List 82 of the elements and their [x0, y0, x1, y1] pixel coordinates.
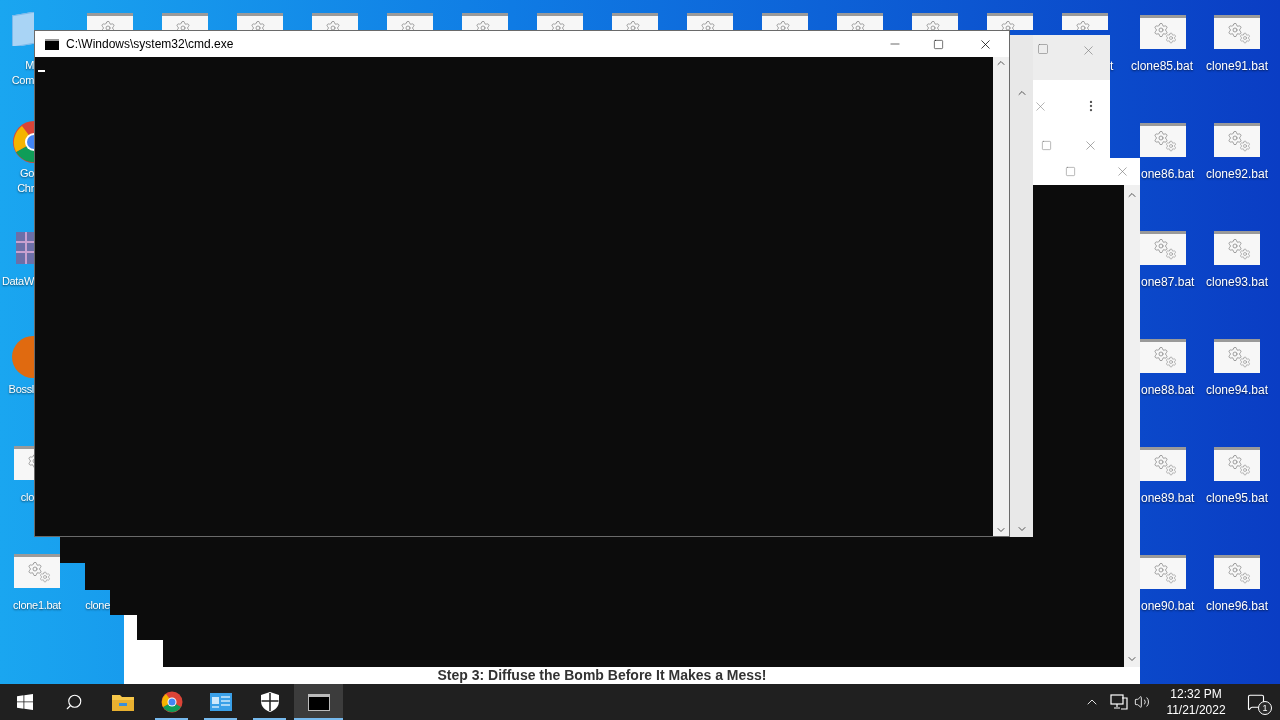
icon-label: clone: [84, 598, 110, 613]
batch-file-icon[interactable]: [1214, 231, 1260, 265]
icon-label: Bossl: [7, 382, 34, 397]
icon-label: t: [1110, 59, 1114, 74]
batch-file-icon[interactable]: [1140, 15, 1186, 49]
network-icon[interactable]: [1110, 694, 1128, 710]
scrollbar[interactable]: [1124, 185, 1140, 563]
icon-label: one89.bat: [1141, 491, 1196, 506]
batch-file-icon[interactable]: [1140, 339, 1186, 373]
batch-file-icon[interactable]: [1214, 555, 1260, 589]
batch-file-icon[interactable]: [1214, 447, 1260, 481]
icon-label: clone94.bat: [1204, 383, 1270, 398]
console-icon: [307, 693, 330, 711]
maximize-icon[interactable]: [1065, 166, 1076, 177]
batch-file-icon[interactable]: [1214, 123, 1260, 157]
icon-label: clone85.bat: [1129, 59, 1195, 74]
icon-label: Chr: [16, 181, 34, 196]
icon-label: DataW: [0, 274, 34, 289]
page-heading: Step 3: Diffuse the Bomb Before It Makes a Mess!: [437, 667, 767, 684]
folder-icon: [111, 693, 134, 711]
scrollbar[interactable]: [1124, 563, 1140, 667]
batch-file-icon[interactable]: [912, 13, 958, 30]
clock-time: 12:32 PM: [1170, 686, 1222, 702]
batch-file-icon[interactable]: [987, 13, 1033, 30]
text-cursor: [38, 70, 45, 72]
console-icon: [45, 38, 59, 50]
control-panel-icon: [209, 693, 232, 711]
batch-file-icon[interactable]: [87, 13, 133, 30]
batch-file-icon[interactable]: [1062, 13, 1108, 30]
batch-file-icon[interactable]: [14, 554, 60, 588]
batch-file-icon[interactable]: [1140, 447, 1186, 481]
batch-file-icon[interactable]: [387, 13, 433, 30]
computer-icon[interactable]: [12, 12, 34, 46]
console-window[interactable]: C:\Windows\system32\cmd.exe: [34, 30, 1010, 537]
clock[interactable]: 12:32 PM 11/21/2022: [1160, 686, 1232, 718]
clock-date: 11/21/2022: [1166, 702, 1226, 718]
batch-file-icon[interactable]: [687, 13, 733, 30]
batch-file-icon[interactable]: [237, 13, 283, 30]
batch-file-icon[interactable]: [1214, 339, 1260, 373]
chrome-icon: [160, 691, 183, 713]
notification-icon: [1247, 693, 1265, 711]
icon-label: clone92.bat: [1204, 167, 1270, 182]
volume-icon[interactable]: [1134, 694, 1150, 710]
scrollbar[interactable]: [1010, 35, 1033, 537]
scrollbar[interactable]: [993, 57, 1009, 536]
notification-count: 1: [1258, 701, 1272, 715]
icon-label: M: [24, 58, 34, 73]
batch-file-icon[interactable]: [1140, 123, 1186, 157]
notification-button[interactable]: 1: [1232, 684, 1280, 720]
windows-icon: [16, 694, 33, 710]
icon-label: Go: [18, 166, 34, 181]
window-title-bar[interactable]: C:\Windows\system32\cmd.exe: [35, 31, 1009, 57]
batch-file-icon[interactable]: [1214, 15, 1260, 49]
maximize-icon[interactable]: [933, 38, 944, 50]
search-icon: [64, 693, 83, 711]
batch-file-icon[interactable]: [762, 13, 808, 30]
icon-label: clone91.bat: [1204, 59, 1270, 74]
batch-file-icon[interactable]: [462, 13, 508, 30]
taskbar-button[interactable]: [294, 684, 343, 720]
icon-label: one87.bat: [1141, 275, 1196, 290]
icon-label: clone93.bat: [1204, 275, 1270, 290]
shield-icon: [260, 692, 279, 712]
icon-label: clone1.bat: [12, 598, 62, 613]
icon-label: Com: [10, 73, 34, 88]
window-title: C:\Windows\system32\cmd.exe: [66, 36, 234, 53]
icon-label: one86.bat: [1141, 167, 1196, 182]
icon-label: one90.bat: [1141, 599, 1196, 614]
batch-file-icon[interactable]: [312, 13, 358, 30]
batch-file-icon[interactable]: [1140, 231, 1186, 265]
maximize-icon[interactable]: [1041, 139, 1052, 151]
icon-label: clo: [19, 490, 34, 505]
icon-label: one88.bat: [1141, 383, 1196, 398]
batch-file-icon[interactable]: [1140, 555, 1186, 589]
batch-file-icon[interactable]: [162, 13, 208, 30]
batch-file-icon[interactable]: [537, 13, 583, 30]
round-app-icon[interactable]: [12, 336, 34, 378]
icon-label: clone96.bat: [1204, 599, 1270, 614]
batch-file-icon[interactable]: [837, 13, 883, 30]
batch-file-icon[interactable]: [612, 13, 658, 30]
maximize-icon[interactable]: [1037, 43, 1049, 55]
batch-file-icon[interactable]: [14, 446, 34, 480]
icon-label: clone95.bat: [1204, 491, 1270, 506]
